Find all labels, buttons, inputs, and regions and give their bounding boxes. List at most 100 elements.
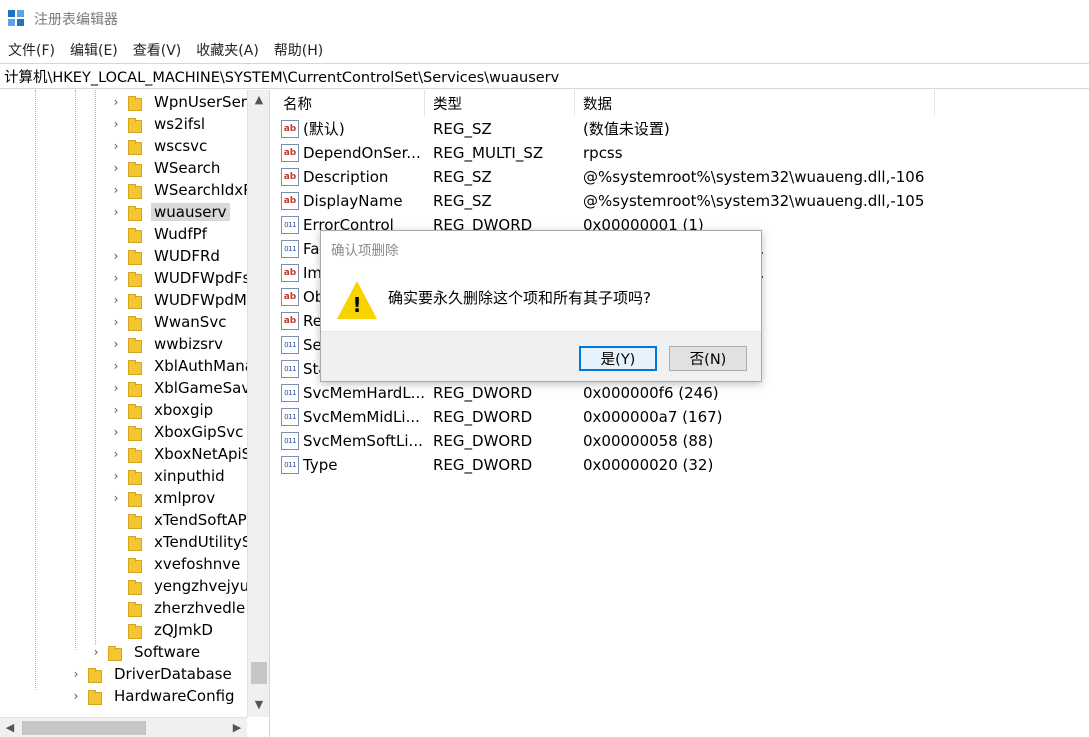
tree-item-driverdatabase[interactable]: › DriverDatabase <box>68 663 232 685</box>
value-row[interactable]: 011 SvcMemMidLi... REG_DWORD 0x000000a7 (16… <box>275 405 1089 429</box>
tree-item[interactable]: › XblAuthMana <box>108 355 254 377</box>
value-row[interactable]: ab DisplayName REG_SZ @%systemroot%\system3… <box>275 189 1089 213</box>
tree-item[interactable]: zherzhvedle <box>108 597 245 619</box>
chevron-right-icon[interactable]: › <box>108 139 124 153</box>
chevron-right-icon[interactable]: › <box>108 249 124 263</box>
tree-item[interactable]: › WSearch <box>108 157 220 179</box>
menu-help[interactable]: 帮助(H) <box>274 40 323 60</box>
chevron-right-icon[interactable]: › <box>108 381 124 395</box>
yes-button[interactable]: 是(Y) <box>579 346 657 371</box>
values-pane[interactable]: 名称 类型 数据 ab (默认) REG_SZ (数值未设置) ab DependOnSe… <box>275 90 1089 737</box>
tree-item[interactable]: › wuauserv <box>108 201 230 223</box>
hscroll-thumb[interactable] <box>22 721 146 735</box>
tree-item[interactable]: › wwbizsrv <box>108 333 223 355</box>
chevron-right-icon[interactable]: › <box>108 205 124 219</box>
chevron-right-icon[interactable]: › <box>108 425 124 439</box>
chevron-right-icon[interactable]: › <box>108 95 124 109</box>
tree-item[interactable]: › XboxNetApiS <box>108 443 251 465</box>
tree-item[interactable]: › xboxgip <box>108 399 213 421</box>
key-tree-pane[interactable]: › WpnUserServ › ws2ifsl › wscsvc › WSearch › WSea… <box>0 90 270 737</box>
chevron-right-icon[interactable]: › <box>108 315 124 329</box>
tree-item[interactable]: yengzhvejyui <box>108 575 253 597</box>
value-row[interactable]: ab Description REG_SZ @%systemroot%\system3… <box>275 165 1089 189</box>
tree-item[interactable]: › WpnUserServ <box>108 91 256 113</box>
chevron-right-icon[interactable]: › <box>108 293 124 307</box>
tree-item[interactable]: xTendSoftAP <box>108 509 247 531</box>
chevron-right-icon[interactable]: › <box>108 271 124 285</box>
tree-item[interactable]: › XblGameSave <box>108 377 259 399</box>
chevron-right-icon[interactable]: › <box>68 689 84 703</box>
tree-item[interactable]: › WUDFWpdM <box>108 289 247 311</box>
value-row[interactable]: ab DependOnSer... REG_MULTI_SZ rpcss <box>275 141 1089 165</box>
scroll-left-icon[interactable]: ◀ <box>0 718 20 737</box>
value-name: (默认) <box>303 120 345 138</box>
chevron-right-icon[interactable]: › <box>68 667 84 681</box>
scroll-thumb[interactable] <box>251 662 267 684</box>
chevron-right-icon[interactable]: › <box>108 337 124 351</box>
value-row[interactable]: 011 SvcMemSoftLi... REG_DWORD 0x00000058 (8… <box>275 429 1089 453</box>
tree-item[interactable]: › WwanSvc <box>108 311 226 333</box>
tree-item[interactable]: › ws2ifsl <box>108 113 205 135</box>
tree-item-label: zherzhvedle <box>154 599 246 617</box>
tree-item[interactable]: › WSearchIdxPi <box>108 179 256 201</box>
folder-icon <box>128 293 144 309</box>
tree-item-label: DriverDatabase <box>114 665 232 683</box>
tree-vertical-scrollbar[interactable]: ▲ ▼ <box>247 90 269 717</box>
menu-file[interactable]: 文件(F) <box>8 40 55 60</box>
folder-icon <box>88 667 104 683</box>
chevron-right-icon[interactable]: › <box>108 183 124 197</box>
scroll-up-icon[interactable]: ▲ <box>248 90 270 110</box>
value-row[interactable]: 011 Type REG_DWORD 0x00000020 (32) <box>275 453 1089 477</box>
tree-item[interactable]: › XboxGipSvc <box>108 421 243 443</box>
tree-item[interactable]: zQJmkD <box>108 619 213 641</box>
tree-item-software[interactable]: › Software <box>88 641 200 663</box>
tree-item[interactable]: › WUDFRd <box>108 245 220 267</box>
tree-item[interactable]: › xmlprov <box>108 487 215 509</box>
tree-item[interactable]: WudfPf <box>108 223 207 245</box>
value-type: REG_DWORD <box>433 456 533 474</box>
menu-view[interactable]: 查看(V) <box>133 40 182 60</box>
tree-item[interactable]: xvefoshnve <box>108 553 240 575</box>
tree-item-hardwareconfig[interactable]: › HardwareConfig <box>68 685 235 707</box>
chevron-right-icon[interactable]: › <box>108 447 124 461</box>
column-header-type[interactable]: 类型 <box>425 90 575 116</box>
tree-item[interactable]: › wscsvc <box>108 135 207 157</box>
column-header-name[interactable]: 名称 <box>275 90 425 116</box>
folder-icon <box>128 95 144 111</box>
folder-icon <box>128 557 144 573</box>
value-data: 0x000000a7 (167) <box>583 408 723 426</box>
scroll-right-icon[interactable]: ▶ <box>227 718 247 737</box>
tree-item-label: zQJmkD <box>154 621 213 639</box>
tree-item-label: WUDFRd <box>154 247 220 265</box>
tree-item-label: xvefoshnve <box>154 555 241 573</box>
chevron-right-icon[interactable]: › <box>108 403 124 417</box>
menu-edit[interactable]: 编辑(E) <box>70 40 118 60</box>
tree-item-label: WwanSvc <box>154 313 227 331</box>
chevron-right-icon[interactable]: › <box>108 491 124 505</box>
tree-item[interactable]: › xinputhid <box>108 465 225 487</box>
tree-item-label: WSearch <box>154 159 221 177</box>
confirm-delete-dialog: 确认项删除 ! 确实要永久删除这个项和所有其子项吗? 是(Y) 否(N) <box>320 230 762 382</box>
chevron-right-icon[interactable]: › <box>108 161 124 175</box>
chevron-right-icon[interactable]: › <box>108 117 124 131</box>
value-row[interactable]: ab (默认) REG_SZ (数值未设置) <box>275 117 1089 141</box>
tree-item[interactable]: › WUDFWpdFs <box>108 267 250 289</box>
chevron-right-icon[interactable]: › <box>108 469 124 483</box>
value-type: REG_SZ <box>433 192 492 210</box>
address-bar[interactable]: 计算机\HKEY_LOCAL_MACHINE\SYSTEM\CurrentCon… <box>0 63 1089 89</box>
column-header-data[interactable]: 数据 <box>575 90 935 116</box>
no-button[interactable]: 否(N) <box>669 346 747 371</box>
tree-item-label: xmlprov <box>154 489 216 507</box>
value-row[interactable]: 011 SvcMemHardL... REG_DWORD 0x000000f6 (24… <box>275 381 1089 405</box>
chevron-right-icon[interactable]: › <box>108 359 124 373</box>
folder-icon <box>128 403 144 419</box>
menu-favorites[interactable]: 收藏夹(A) <box>196 40 259 60</box>
chevron-right-icon[interactable]: › <box>88 645 104 659</box>
tree-horizontal-scrollbar[interactable]: ◀ ▶ <box>0 717 247 737</box>
binary-value-icon: 011 <box>281 216 299 234</box>
binary-value-icon: 011 <box>281 360 299 378</box>
scroll-down-icon[interactable]: ▼ <box>248 695 270 715</box>
value-name: SvcMemHardL... <box>303 384 425 402</box>
folder-icon <box>128 205 144 221</box>
tree-item[interactable]: xTendUtilityS <box>108 531 251 553</box>
